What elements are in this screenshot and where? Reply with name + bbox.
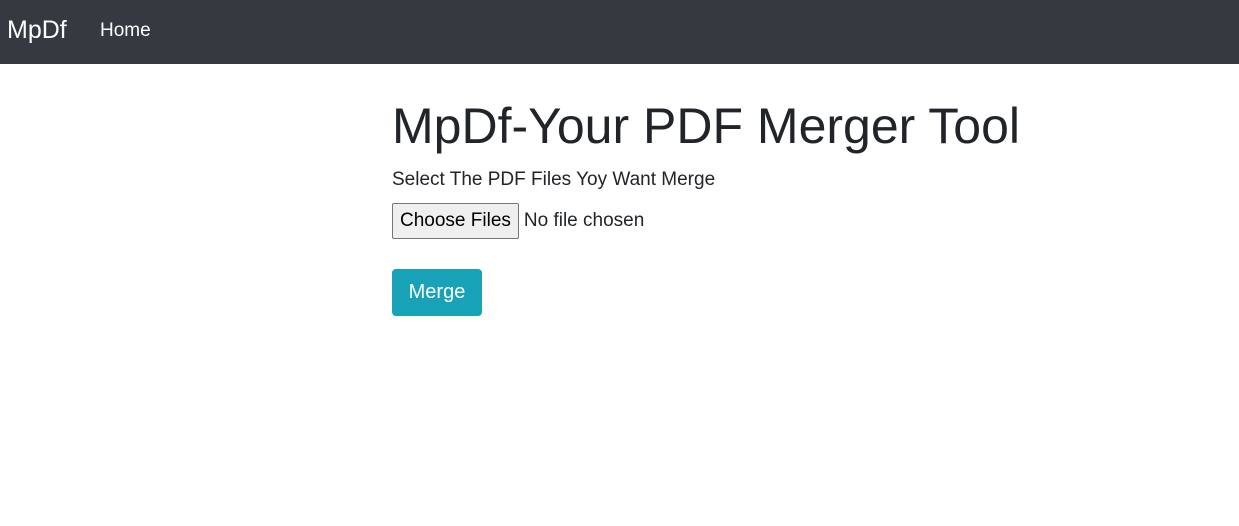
file-input[interactable]: Choose Files No file chosen [392, 203, 1152, 239]
merge-button[interactable]: Merge [392, 269, 482, 316]
nav-link-home[interactable]: Home [100, 19, 151, 43]
page-title: MpDf-Your PDF Merger Tool [392, 98, 1021, 154]
file-select-label: Select The PDF Files Yoy Want Merge [392, 169, 716, 190]
brand-logo-link[interactable]: MpDf [7, 14, 67, 46]
choose-files-button[interactable]: Choose Files [392, 203, 519, 239]
top-navbar: MpDf Home [0, 0, 1239, 64]
file-status-text: No file chosen [523, 210, 645, 231]
main-content: MpDf-Your PDF Merger Tool Select The PDF… [392, 96, 1152, 316]
